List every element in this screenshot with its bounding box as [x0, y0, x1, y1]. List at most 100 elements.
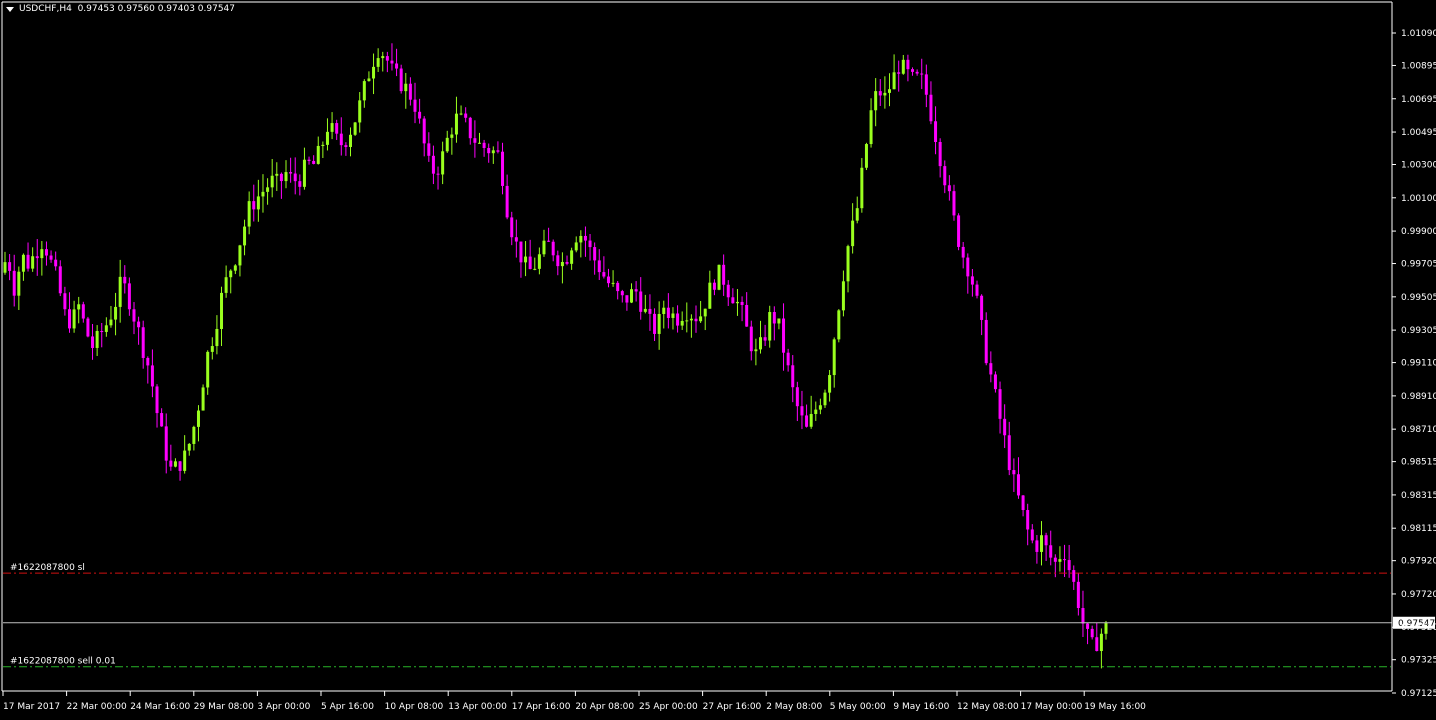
candle-body	[413, 99, 417, 112]
candle-body	[1076, 581, 1080, 608]
candle-body	[381, 56, 385, 59]
price-chart[interactable]: #1622087800 sl #1622087800 sell 0.01 0.975…	[0, 0, 1436, 717]
candle-body	[768, 312, 772, 341]
price-tick-label: 0.97325	[1401, 656, 1436, 666]
candle-body	[777, 318, 781, 324]
candle-body	[920, 73, 924, 75]
candle-body	[238, 245, 242, 266]
candle-body	[1095, 637, 1099, 652]
candle-body	[574, 242, 578, 251]
candle-body	[127, 283, 131, 310]
candle-body	[316, 145, 320, 164]
candle-body	[772, 312, 776, 324]
price-tick-label: 0.97920	[1401, 557, 1436, 567]
price-tick-label: 1.01090	[1401, 29, 1436, 39]
price-tick-label: 0.99305	[1401, 326, 1436, 336]
symbol-timeframe: USDCHF,H4	[19, 4, 72, 14]
price-tick-label: 0.99705	[1401, 260, 1436, 270]
candle-body	[418, 111, 422, 119]
candle-body	[408, 83, 412, 100]
candle-body	[911, 69, 915, 72]
dropdown-triangle-icon[interactable]	[6, 6, 14, 12]
candle-body	[556, 255, 560, 267]
candle-body	[358, 100, 362, 123]
candle-body	[376, 58, 380, 67]
candle-body	[44, 249, 48, 256]
candle-body	[722, 264, 726, 285]
candle-body	[399, 68, 403, 92]
candle-body	[694, 318, 698, 322]
candle-body	[247, 201, 251, 227]
candle-body	[685, 320, 689, 322]
candle-body	[947, 185, 951, 192]
candle-body	[597, 260, 601, 273]
candle-body	[252, 201, 256, 210]
candle-body	[906, 59, 910, 70]
candle-body	[565, 261, 569, 264]
candle-body	[224, 277, 228, 293]
candle-body	[459, 113, 463, 115]
candle-body	[657, 314, 661, 334]
candle-body	[31, 256, 35, 269]
candle-body	[1007, 435, 1011, 471]
time-tick-label: 27 Apr 16:00	[703, 702, 762, 712]
candle-body	[758, 337, 762, 350]
candle-body	[837, 310, 841, 340]
candle-body	[422, 118, 426, 144]
price-tick-label: 0.97720	[1401, 590, 1436, 600]
chart-window[interactable]: #1622087800 sl #1622087800 sell 0.01 0.975…	[0, 0, 1436, 717]
candle-body	[58, 266, 62, 294]
candle-body	[26, 254, 30, 269]
candle-body	[786, 352, 790, 366]
candle-body	[473, 138, 477, 143]
candle-body	[256, 196, 260, 210]
candle-body	[957, 215, 961, 247]
candle-body	[533, 268, 537, 270]
time-tick-label: 5 May 00:00	[830, 702, 886, 712]
candle-body	[560, 261, 564, 267]
time-tick-label: 17 Mar 2017	[3, 702, 60, 712]
candle-body	[8, 262, 12, 271]
price-tick-label: 0.99505	[1401, 293, 1436, 303]
chart-frame-border	[1, 1, 1393, 692]
time-tick-label: 20 Apr 08:00	[575, 702, 634, 712]
candle-body	[1035, 540, 1039, 552]
candle-body	[427, 143, 431, 156]
candle-body	[178, 461, 182, 471]
chart-title[interactable]: USDCHF,H4 0.97453 0.97560 0.97403 0.9754…	[6, 4, 235, 15]
candle-body	[989, 363, 993, 375]
candle-body	[524, 256, 528, 263]
candle-body	[109, 319, 113, 326]
candle-body	[671, 313, 675, 318]
candle-body	[519, 241, 523, 263]
candle-body	[275, 173, 279, 176]
candle-body	[1016, 474, 1020, 496]
candle-body	[1044, 535, 1048, 546]
price-tick-label: 0.98515	[1401, 458, 1436, 468]
candle-body	[501, 151, 505, 186]
time-tick-label: 17 Apr 16:00	[512, 702, 571, 712]
candle-body	[1021, 495, 1025, 511]
candle-body	[915, 71, 919, 74]
price-tick-label: 0.99110	[1401, 359, 1436, 369]
candle-body	[887, 89, 891, 93]
candle-body	[689, 318, 693, 321]
candle-body	[330, 123, 334, 132]
candle-body	[353, 122, 357, 135]
candle-body	[1026, 510, 1030, 530]
candle-body	[21, 254, 25, 272]
ohlc-values: 0.97453 0.97560 0.97403 0.97547	[77, 4, 236, 14]
candle-body	[325, 131, 329, 145]
candle-body	[118, 276, 122, 307]
time-axis: 17 Mar 2017 22 Mar 00:00 24 Mar 16:00 29 Ma…	[2, 691, 1146, 712]
candle-body	[169, 460, 173, 467]
candle-body	[735, 301, 739, 304]
candle-body	[266, 187, 270, 192]
candle-body	[183, 450, 187, 471]
candle-body	[874, 91, 878, 111]
candle-body	[782, 318, 786, 353]
candle-body	[929, 94, 933, 122]
sell-order-label: #1622087800 sell 0.01	[10, 657, 116, 667]
time-tick-label: 29 Mar 08:00	[194, 702, 254, 712]
candle-body	[206, 351, 210, 388]
